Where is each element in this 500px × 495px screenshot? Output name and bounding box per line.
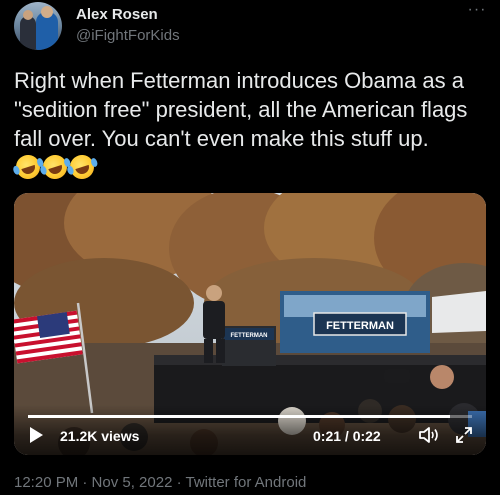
avatar-head-left [23,10,33,20]
play-icon[interactable] [30,427,43,443]
video-controls: 21.2K views 0:21 / 0:22 [14,405,486,455]
video-progress-bar[interactable] [28,415,472,418]
rolling-laughing-emoji-icon [66,151,98,183]
display-name[interactable]: Alex Rosen [76,6,158,23]
emoji-group [12,151,98,183]
video-podium-text: FETTERMAN [231,333,268,339]
fullscreen-icon[interactable] [454,425,474,445]
tweet-body: Right when Fetterman introduces Obama as… [14,68,468,151]
video-progress-fill [28,415,450,418]
view-count: 21.2K views [60,428,140,444]
tweet-timestamp[interactable]: 12:20 PM · Nov 5, 2022 · Twitter for And… [14,474,306,491]
avatar[interactable] [14,2,62,50]
user-handle[interactable]: @iFightForKids [76,27,180,44]
rolling-laughing-emoji-icon [12,151,44,183]
volume-icon[interactable] [418,425,440,445]
more-options-icon[interactable]: ··· [464,2,490,24]
tweet-text: Right when Fetterman introduces Obama as… [12,66,492,183]
video-player[interactable]: FETTERMAN FETTERMAN 21.2K views 0:21 / 0… [14,193,486,455]
video-time: 0:21 / 0:22 [313,428,381,444]
rolling-laughing-emoji-icon [39,151,71,183]
avatar-head-right [41,6,53,18]
american-flag [14,310,83,364]
video-sign-text: FETTERMAN [326,320,394,332]
avatar-person-left [20,16,36,50]
